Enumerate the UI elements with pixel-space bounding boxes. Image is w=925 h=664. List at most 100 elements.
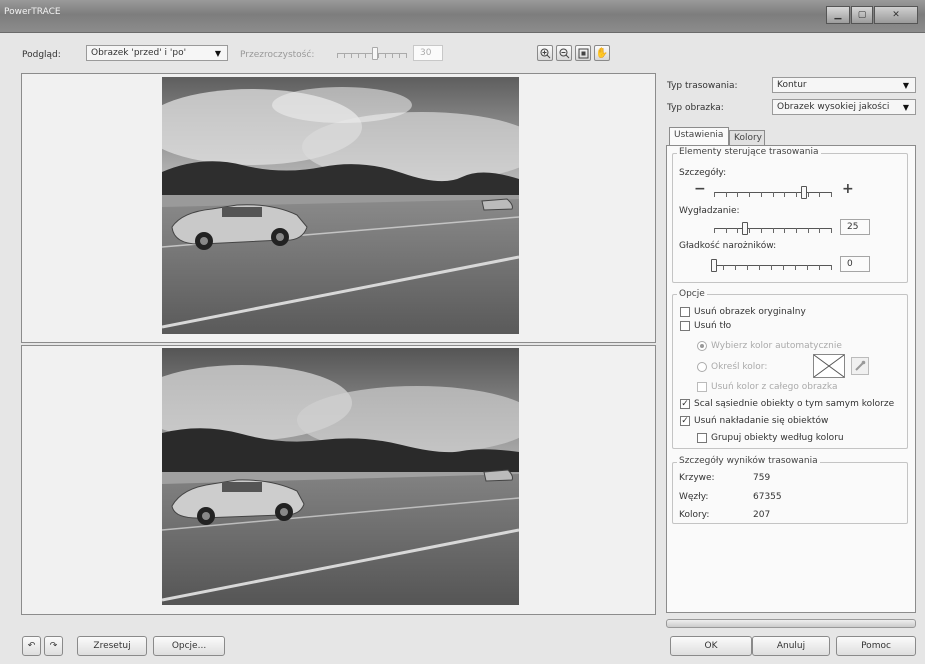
slider-tick [385, 53, 386, 58]
remove-background-label: Usuń tło [694, 321, 732, 331]
before-image [162, 77, 519, 334]
options-button[interactable]: Opcje... [153, 636, 225, 656]
corner-smoothness-slider[interactable] [711, 259, 832, 273]
zoom-in-icon [540, 48, 550, 58]
fit-icon [578, 48, 588, 58]
slider-tick [796, 228, 797, 233]
curves-label: Krzywe: [679, 473, 715, 483]
group-by-color-label: Grupuj obiekty według koloru [711, 433, 844, 443]
slider-tick [735, 265, 736, 270]
ok-button[interactable]: OK [670, 636, 752, 656]
remove-all-color-checkbox[interactable] [697, 382, 707, 392]
slider-tick [784, 228, 785, 233]
slider-tick [726, 228, 727, 233]
tab-colors[interactable]: Kolory [729, 130, 765, 146]
slider-tick [749, 228, 750, 233]
slider-tick [344, 53, 345, 58]
nodes-value: 67355 [753, 492, 782, 502]
redo-icon: ↷ [49, 641, 58, 651]
fit-button[interactable] [575, 45, 591, 61]
zoom-out-button[interactable] [556, 45, 572, 61]
slider-tick [726, 192, 727, 197]
merge-adjacent-label: Scal sąsiednie obiekty o tym samym kolor… [694, 399, 895, 409]
slider-tick [337, 53, 338, 58]
slider-thumb[interactable] [801, 186, 807, 199]
maximize-button[interactable]: ▢ [851, 6, 873, 24]
colors-value: 207 [753, 510, 771, 520]
slider-tick [784, 192, 785, 197]
slider-tick [808, 228, 809, 233]
curves-value: 759 [753, 473, 771, 483]
slider-tick [759, 265, 760, 270]
slider-tick [723, 265, 724, 270]
remove-overlap-checkbox[interactable]: ✓ [680, 416, 690, 426]
slider-tick [737, 192, 738, 197]
image-type-select[interactable]: Obrazek wysokiej jakości ▼ [772, 99, 916, 115]
transparency-slider[interactable] [337, 47, 407, 61]
trace-type-label: Typ trasowania: [667, 81, 738, 91]
eyedropper-icon [855, 360, 866, 371]
smoothing-value[interactable]: 25 [840, 219, 870, 235]
chevron-down-icon: ▼ [214, 48, 222, 58]
slider-tick [831, 265, 832, 270]
options-title: Opcje [677, 289, 707, 299]
plus-icon[interactable]: + [842, 181, 854, 197]
window-title: PowerTRACE [4, 7, 61, 17]
smoothing-slider[interactable] [714, 222, 832, 236]
slider-tick [749, 192, 750, 197]
slider-tick [747, 265, 748, 270]
help-button[interactable]: Pomoc [836, 636, 916, 656]
slider-tick [365, 53, 366, 58]
colors-label: Kolory: [679, 510, 710, 520]
slider-tick [808, 192, 809, 197]
merge-adjacent-checkbox[interactable]: ✓ [680, 399, 690, 409]
tab-settings[interactable]: Ustawienia [669, 127, 729, 145]
trace-controls-title: Elementy sterujące trasowania [677, 147, 821, 157]
slider-thumb[interactable] [372, 47, 378, 60]
auto-color-radio[interactable] [697, 341, 707, 351]
slider-tick [831, 228, 832, 233]
detail-slider[interactable] [714, 186, 832, 200]
color-swatch-none-icon[interactable] [813, 354, 845, 378]
slider-tick [714, 228, 715, 233]
slider-tick [773, 228, 774, 233]
undo-button[interactable]: ↶ [22, 636, 41, 656]
close-icon: ✕ [892, 10, 900, 20]
image-type-label: Typ obrazka: [667, 103, 724, 113]
remove-original-checkbox[interactable] [680, 307, 690, 317]
remove-background-checkbox[interactable] [680, 321, 690, 331]
slider-tick [795, 265, 796, 270]
slider-tick [737, 228, 738, 233]
pick-color-radio[interactable] [697, 362, 707, 372]
undo-icon: ↶ [27, 641, 36, 651]
nodes-label: Węzły: [679, 492, 709, 502]
transparency-value[interactable]: 30 [413, 45, 443, 61]
preview-label: Podgląd: [22, 50, 61, 60]
slider-tick [392, 53, 393, 58]
corner-value[interactable]: 0 [840, 256, 870, 272]
cancel-button[interactable]: Anuluj [752, 636, 830, 656]
reset-button[interactable]: Zresetuj [77, 636, 147, 656]
slider-tick [761, 228, 762, 233]
minimize-icon: ▁ [834, 10, 842, 20]
slider-tick [819, 265, 820, 270]
eyedropper-button[interactable] [851, 357, 869, 375]
redo-button[interactable]: ↷ [44, 636, 63, 656]
pan-button[interactable]: ✋ [594, 45, 610, 61]
slider-tick [399, 53, 400, 58]
slider-tick [796, 192, 797, 197]
preview-select[interactable]: Obrazek 'przed' i 'po' ▼ [86, 45, 228, 61]
zoom-out-icon [559, 48, 569, 58]
trace-type-select[interactable]: Kontur ▼ [772, 77, 916, 93]
slider-thumb[interactable] [742, 222, 748, 235]
slider-thumb[interactable] [711, 259, 717, 272]
slider-tick [351, 53, 352, 58]
minimize-button[interactable]: ▁ [826, 6, 850, 24]
minus-icon[interactable]: − [694, 181, 706, 197]
close-button[interactable]: ✕ [874, 6, 918, 24]
smoothing-label: Wygładzanie: [679, 206, 740, 216]
corner-label: Gładkość narożników: [679, 241, 777, 251]
zoom-in-button[interactable] [537, 45, 553, 61]
group-by-color-checkbox[interactable] [697, 433, 707, 443]
transparency-label: Przezroczystość: [240, 50, 315, 60]
